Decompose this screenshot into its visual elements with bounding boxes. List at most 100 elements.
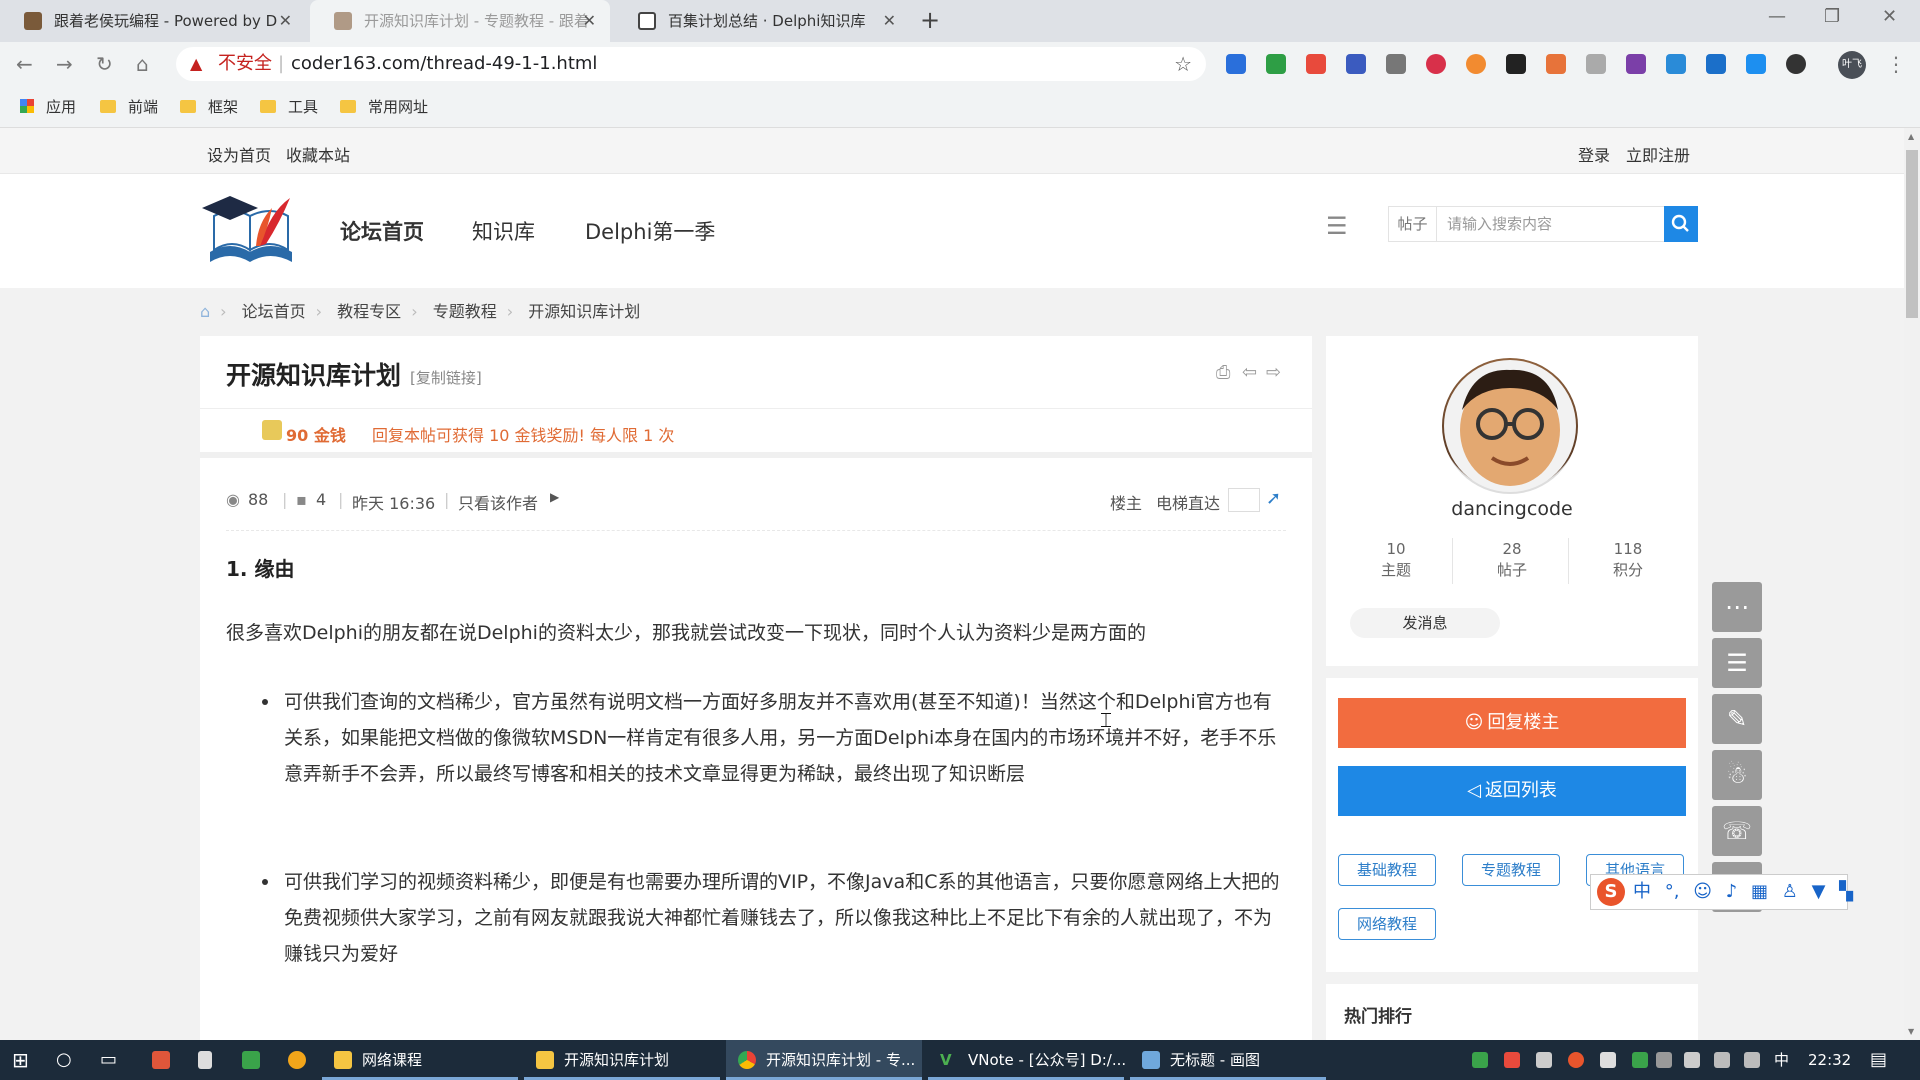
pinned-app-icon[interactable] [152,1051,170,1069]
battery-icon[interactable] [1684,1052,1700,1068]
print-icon[interactable]: ⎙ [1216,362,1230,383]
search-button[interactable] [1664,206,1698,242]
skin-icon[interactable]: ▼ [1812,881,1826,902]
author-only-link[interactable]: 只看该作者 [458,490,538,514]
extension-icon[interactable] [1746,54,1766,74]
tag-network-tutorial[interactable]: 网络教程 [1338,908,1436,940]
favorite-site-link[interactable]: 收藏本站 [286,142,350,166]
emoji-icon[interactable]: ☺ [1693,881,1712,902]
login-link[interactable]: 登录 [1578,142,1610,166]
extension-icon[interactable] [1626,54,1646,74]
task-view-icon[interactable]: ▭ [100,1040,117,1080]
browser-tab-1[interactable]: 跟着老侯玩编程 - Powered by D ✕ [0,0,306,42]
tray-icon[interactable] [1504,1052,1520,1068]
send-message-button[interactable]: 发消息 [1350,608,1500,638]
scrollbar-thumb[interactable] [1906,150,1918,318]
back-to-list-button[interactable]: ◁ 返回列表 [1338,766,1686,816]
extension-icon[interactable] [1786,54,1806,74]
volume-icon[interactable] [1744,1052,1760,1068]
extension-icon[interactable] [1386,54,1406,74]
list-menu-icon[interactable]: ☰ [1326,212,1348,240]
pinned-app-icon[interactable] [242,1051,260,1069]
search-input[interactable]: 请输入搜索内容 [1447,207,1552,241]
tag-basic-tutorial[interactable]: 基础教程 [1338,854,1436,886]
browser-tab-2-active[interactable]: 开源知识库计划 - 专题教程 - 跟着 ✕ [310,0,610,42]
extension-icon[interactable] [1666,54,1686,74]
floating-wechat-icon[interactable]: ☏ [1712,806,1762,856]
next-thread-icon[interactable]: ⇨ [1266,362,1281,383]
go-floor-icon[interactable]: ➚ [1266,488,1281,509]
bookmark-folder-frontend[interactable]: 前端 [100,96,158,117]
reload-icon[interactable]: ↻ [96,52,113,76]
bookmark-folder-framework[interactable]: 框架 [180,96,238,117]
scroll-up-icon[interactable]: ▲ [1908,132,1914,141]
new-tab-button[interactable]: + [920,6,940,34]
avatar[interactable] [1442,358,1578,494]
notification-icon[interactable]: ▤ [1870,1040,1887,1080]
extension-icon[interactable] [1706,54,1726,74]
tray-icon[interactable] [1600,1052,1616,1068]
extension-icon[interactable] [1346,54,1366,74]
floating-edit-icon[interactable]: ✎ [1712,694,1762,744]
breadcrumb-current[interactable]: 开源知识库计划 [528,302,640,321]
page-scrollbar[interactable]: ▲ ▼ [1904,128,1920,1040]
tray-icon[interactable] [1536,1052,1552,1068]
punctuation-icon[interactable]: °, [1665,881,1680,902]
pinned-app-icon[interactable] [198,1051,212,1069]
taskbar-app-network-course[interactable]: 网络课程 [322,1040,518,1080]
author-name[interactable]: dancingcode [1326,498,1698,520]
extension-icon[interactable] [1306,54,1326,74]
extension-icon[interactable] [1426,54,1446,74]
taskbar-app-knowledge-plan[interactable]: 开源知识库计划 [524,1040,720,1080]
close-tab-icon[interactable]: ✕ [279,0,292,42]
address-bar[interactable]: ▲ 不安全 | coder163.com/thread-49-1-1.html … [176,47,1206,81]
ime-mode[interactable]: 中 [1633,881,1651,902]
floating-qq-icon[interactable]: ☃ [1712,750,1762,800]
forward-arrow-icon[interactable]: → [56,52,73,76]
tray-icon[interactable] [1568,1052,1584,1068]
breadcrumb-topic-tutorials[interactable]: 专题教程 [433,302,497,321]
extension-icon[interactable] [1546,54,1566,74]
taskbar-app-vnote[interactable]: V VNote - [公众号] D:/... [928,1040,1126,1080]
input-language-indicator[interactable]: 中 [1774,1040,1789,1080]
bookmark-folder-tools[interactable]: 工具 [260,96,318,117]
breadcrumb-forum-home[interactable]: 论坛首页 [242,302,306,321]
tag-topic-tutorial[interactable]: 专题教程 [1462,854,1560,886]
tray-icon[interactable] [1656,1052,1672,1068]
scroll-down-icon[interactable]: ▼ [1908,1027,1914,1036]
nav-forum-home[interactable]: 论坛首页 [340,216,424,246]
close-window-icon[interactable]: ✕ [1882,6,1897,27]
extension-icon[interactable] [1586,54,1606,74]
taskbar-app-paint[interactable]: 无标题 - 画图 [1130,1040,1326,1080]
extension-icon[interactable] [1506,54,1526,74]
windows-start-icon[interactable]: ⊞ [12,1040,29,1080]
menu-kebab-icon[interactable]: ⋮ [1886,52,1906,76]
breadcrumb-tutorials[interactable]: 教程专区 [337,302,401,321]
bookmark-star-icon[interactable]: ☆ [1174,47,1192,81]
home-icon[interactable]: ⌂ [136,52,149,76]
extension-icon[interactable] [1226,54,1246,74]
stat-credits[interactable]: 118 积分 [1570,539,1686,581]
copy-link[interactable]: [复制链接] [410,367,482,388]
taskbar-app-chrome[interactable]: 开源知识库计划 - 专... [726,1040,922,1080]
clock[interactable]: 22:32 [1808,1040,1851,1080]
extension-icon[interactable] [1466,54,1486,74]
site-logo[interactable] [200,192,302,264]
close-tab-icon[interactable]: ✕ [883,0,896,42]
stat-threads[interactable]: 10 主题 [1338,539,1454,581]
nav-knowledge-base[interactable]: 知识库 [472,216,535,246]
network-icon[interactable] [1714,1052,1730,1068]
mic-icon[interactable]: ♪ [1726,881,1738,902]
tray-icon[interactable] [1472,1052,1488,1068]
set-homepage-link[interactable]: 设为首页 [207,142,271,166]
search-type-select[interactable]: 帖子 [1389,207,1437,241]
minimize-icon[interactable]: — [1768,6,1786,27]
extension-icon[interactable] [1266,54,1286,74]
home-icon[interactable]: ⌂ [200,302,210,321]
bookmark-folder-common[interactable]: 常用网址 [340,96,428,117]
url-text[interactable]: coder163.com/thread-49-1-1.html [291,47,597,81]
close-tab-icon[interactable]: ✕ [583,0,596,42]
search-icon[interactable]: ○ [56,1040,72,1080]
restore-icon[interactable]: ❐ [1824,6,1840,27]
register-link[interactable]: 立即注册 [1626,142,1690,166]
